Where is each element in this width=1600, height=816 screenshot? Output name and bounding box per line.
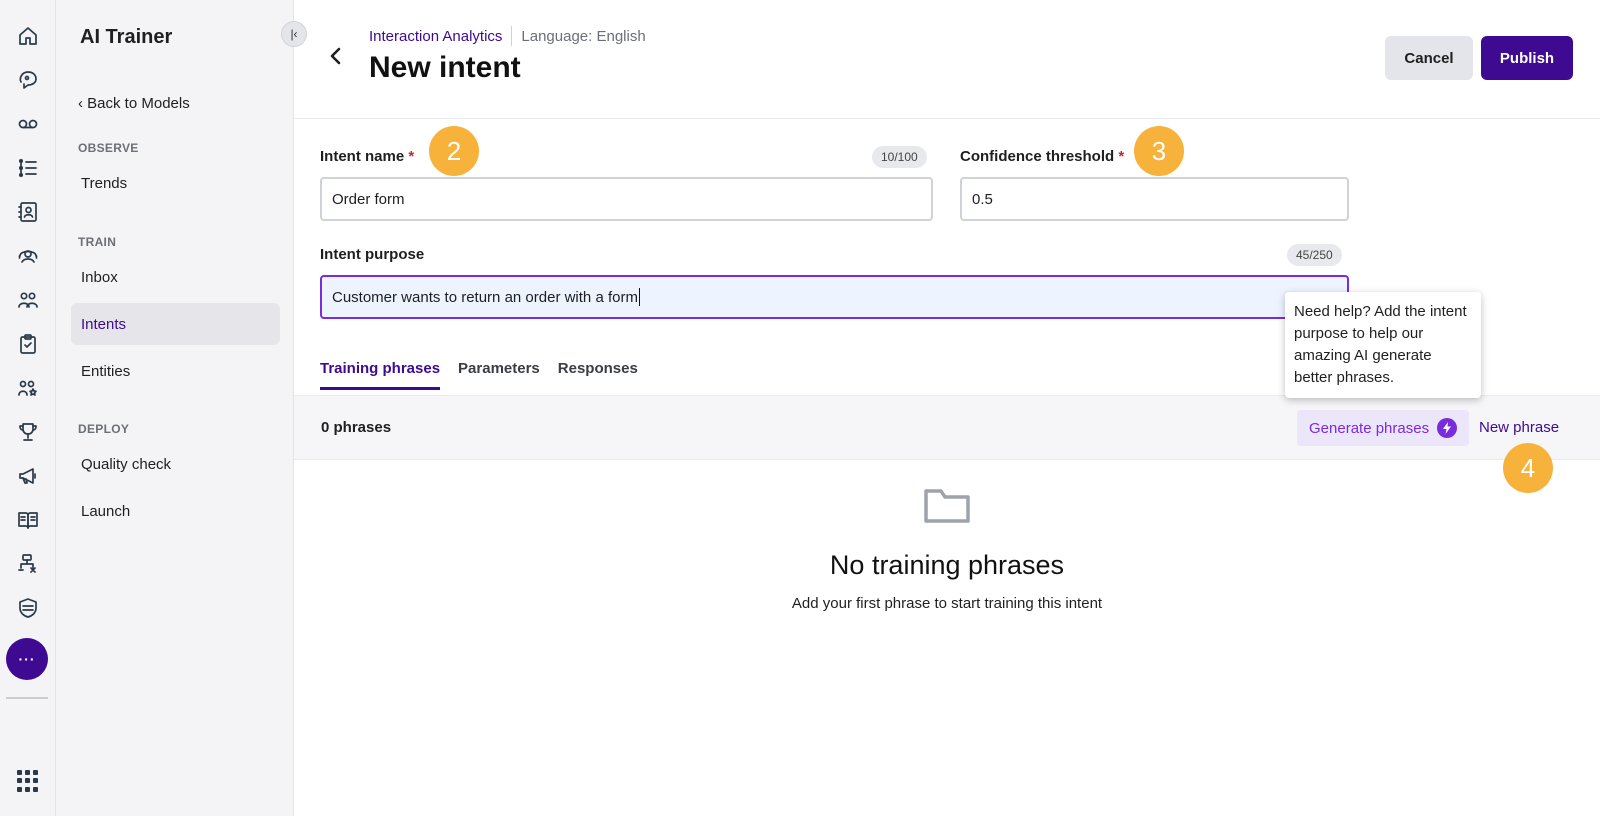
cancel-button[interactable]: Cancel [1385, 36, 1473, 80]
tab-training-phrases[interactable]: Training phrases [320, 360, 441, 390]
sidebar-item-label: Entities [81, 362, 131, 380]
intent-tabs: Training phrases Parameters Responses [320, 360, 656, 390]
section-observe: OBSERVE [78, 141, 139, 155]
back-to-models-label: Back to Models [87, 95, 190, 112]
ai-trainer-sidebar: AI Trainer ‹ Back to Models OBSERVE Tren… [56, 0, 307, 816]
required-mark: * [1118, 148, 1125, 165]
back-arrow-icon[interactable] [324, 44, 348, 68]
global-icon-rail: ··· [0, 0, 56, 816]
breadcrumb: Interaction Analytics Language: English [369, 26, 646, 46]
generate-phrases-label: Generate phrases [1309, 419, 1430, 437]
clipboard-icon[interactable] [14, 330, 42, 358]
breadcrumb-interaction-analytics[interactable]: Interaction Analytics [369, 28, 502, 45]
shield-icon[interactable] [14, 594, 42, 622]
intent-purpose-value: Customer wants to return an order with a… [332, 288, 638, 306]
intent-purpose-input[interactable]: Customer wants to return an order with a… [320, 275, 1349, 319]
intent-purpose-counter: 45/250 [1287, 244, 1342, 266]
empty-state-subtitle: Add your first phrase to start training … [791, 595, 1103, 612]
intent-name-label-text: Intent name [320, 148, 405, 165]
step-badge-4: 4 [1503, 443, 1553, 493]
publish-button[interactable]: Publish [1481, 36, 1573, 80]
intent-purpose-label: Intent purpose [320, 246, 425, 263]
generate-phrases-button[interactable]: Generate phrases [1297, 410, 1470, 446]
text-caret [638, 288, 640, 306]
section-deploy: DEPLOY [78, 422, 130, 436]
confidence-threshold-input[interactable]: 0.5 [960, 177, 1349, 221]
sidebar-item-inbox[interactable]: Inbox [71, 256, 280, 298]
sidebar-item-entities[interactable]: Entities [71, 350, 280, 392]
step-badge-2: 2 [429, 126, 479, 176]
intent-name-label: Intent name * [320, 148, 414, 165]
more-label: ··· [18, 651, 36, 667]
phrase-count: 0 phrases [321, 419, 392, 436]
help-tooltip: Need help? Add the intent purpose to hel… [1285, 292, 1481, 398]
intent-name-counter: 10/100 [872, 146, 927, 168]
sidebar-item-label: Intents [81, 315, 127, 333]
tab-responses[interactable]: Responses [558, 360, 638, 390]
confidence-threshold-label: Confidence threshold * [960, 148, 1124, 165]
page-header: Interaction Analytics Language: English … [294, 0, 1600, 119]
sidebar-title: AI Trainer [80, 26, 173, 48]
more-apps-button[interactable]: ··· [6, 638, 48, 680]
agent-icon[interactable] [14, 242, 42, 270]
ai-trainer-app: ··· AI Trainer ‹ Back to Models OBSERVE … [0, 0, 1600, 816]
home-icon[interactable] [14, 22, 42, 50]
users-star-icon[interactable] [14, 374, 42, 402]
intent-name-input[interactable]: Order form [320, 177, 933, 221]
tab-parameters[interactable]: Parameters [458, 360, 540, 390]
book-icon[interactable] [14, 506, 42, 534]
contacts-icon[interactable] [14, 198, 42, 226]
section-train: TRAIN [78, 235, 117, 249]
back-to-models-link[interactable]: ‹ Back to Models [78, 95, 190, 112]
trophy-icon[interactable] [14, 418, 42, 446]
sidebar-item-trends[interactable]: Trends [71, 162, 280, 204]
empty-state-title: No training phrases [829, 550, 1065, 580]
team-icon[interactable] [14, 286, 42, 314]
intent-name-value: Order form [332, 190, 405, 208]
sidebar-item-intents[interactable]: Intents [71, 303, 280, 345]
new-phrase-button[interactable]: New phrase [1479, 419, 1559, 436]
confidence-value: 0.5 [972, 190, 993, 208]
folder-icon [923, 487, 971, 525]
workflow-icon[interactable] [14, 550, 42, 578]
confidence-label-text: Confidence threshold [960, 148, 1115, 165]
collapse-sidebar-button[interactable]: |‹ [281, 21, 307, 47]
lightning-icon [1437, 418, 1458, 438]
rail-divider [6, 697, 48, 699]
chevron-left-icon: ‹ [78, 95, 88, 112]
sidebar-item-label: Inbox [81, 268, 118, 286]
language-label: Language: English [521, 27, 646, 45]
sidebar-item-label: Trends [81, 174, 128, 192]
page-title: New intent [369, 51, 521, 84]
list-icon[interactable] [14, 154, 42, 182]
sidebar-item-quality-check[interactable]: Quality check [71, 443, 280, 485]
sidebar-item-label: Launch [81, 502, 131, 520]
phrases-toolbar: 0 phrases Generate phrases New phrase [294, 395, 1600, 460]
chat-bot-icon[interactable] [14, 66, 42, 94]
voicemail-icon[interactable] [14, 110, 42, 138]
sidebar-item-launch[interactable]: Launch [71, 490, 280, 532]
breadcrumb-divider [511, 26, 513, 46]
required-mark: * [408, 148, 415, 165]
sidebar-item-label: Quality check [81, 455, 172, 473]
megaphone-icon[interactable] [14, 462, 42, 490]
collapse-icon: |‹ [290, 27, 298, 41]
step-badge-3: 3 [1134, 126, 1184, 176]
grid-icon[interactable] [17, 770, 39, 792]
